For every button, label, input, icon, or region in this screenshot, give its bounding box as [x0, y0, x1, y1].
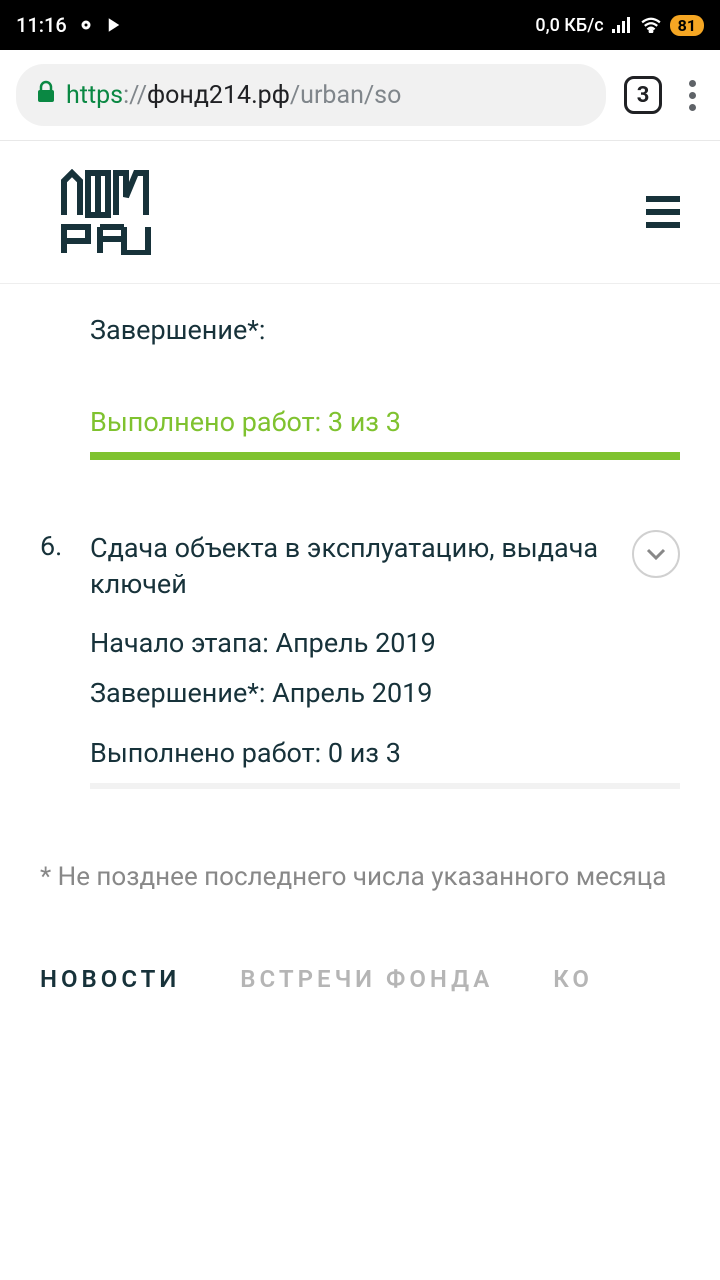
stage-6-end: Завершение*: Апрель 2019 — [90, 677, 680, 709]
url-scheme: https — [66, 81, 123, 110]
battery-indicator: 81 — [670, 15, 704, 36]
url-bar[interactable]: https://фонд214.рф/urban/so — [16, 64, 606, 126]
tab-news[interactable]: НОВОСТИ — [40, 965, 180, 993]
stage-6-progress — [90, 783, 680, 789]
stage-5-end: Завершение*: — [90, 314, 680, 346]
url-sep: :// — [123, 81, 147, 110]
music-icon — [77, 16, 95, 34]
content: Завершение*: Выполнено работ: 3 из 3 6. … — [0, 284, 720, 935]
stage-5-works-done: Выполнено работ: 3 из 3 — [90, 406, 680, 438]
stage-6-start: Начало этапа: Апрель 2019 — [90, 627, 680, 659]
page-header — [0, 141, 720, 284]
url-path: /urban/so — [290, 81, 402, 110]
tab-ko[interactable]: КО — [553, 965, 593, 993]
status-left: 11:16 — [16, 13, 123, 37]
play-icon — [105, 16, 123, 34]
status-speed: 0,0 КБ/с — [535, 15, 603, 36]
lock-icon — [36, 80, 56, 111]
status-right: 0,0 КБ/с 81 — [535, 15, 704, 36]
logo[interactable] — [60, 169, 152, 255]
browser-chrome: https://фонд214.рф/urban/so 3 — [0, 50, 720, 141]
stage-6-title: Сдача объекта в эксплуатацию, выдача клю… — [90, 530, 680, 603]
stage-5-progress — [90, 452, 680, 460]
status-time: 11:16 — [16, 13, 67, 37]
tabs: НОВОСТИ ВСТРЕЧИ ФОНДА КО — [0, 935, 720, 1003]
expand-button[interactable] — [632, 530, 680, 578]
hamburger-menu[interactable] — [646, 196, 680, 228]
stage-6-num: 6. — [40, 530, 62, 562]
stage-5-partial: Завершение*: Выполнено работ: 3 из 3 — [40, 314, 680, 460]
url-host: фонд214.рф — [147, 81, 290, 110]
browser-menu-button[interactable] — [680, 80, 704, 111]
stage-6: 6. Сдача объекта в эксплуатацию, выдача … — [40, 530, 680, 789]
wifi-icon — [640, 17, 662, 33]
stage-6-works-done: Выполнено работ: 0 из 3 — [90, 737, 680, 769]
tab-meetings[interactable]: ВСТРЕЧИ ФОНДА — [240, 965, 493, 993]
signal-icon — [612, 17, 632, 33]
stage-5-progress-fill — [90, 452, 680, 460]
footnote: * Не позднее последнего числа указанного… — [40, 859, 680, 935]
tab-count-button[interactable]: 3 — [624, 76, 662, 114]
status-bar: 11:16 0,0 КБ/с 81 — [0, 0, 720, 50]
